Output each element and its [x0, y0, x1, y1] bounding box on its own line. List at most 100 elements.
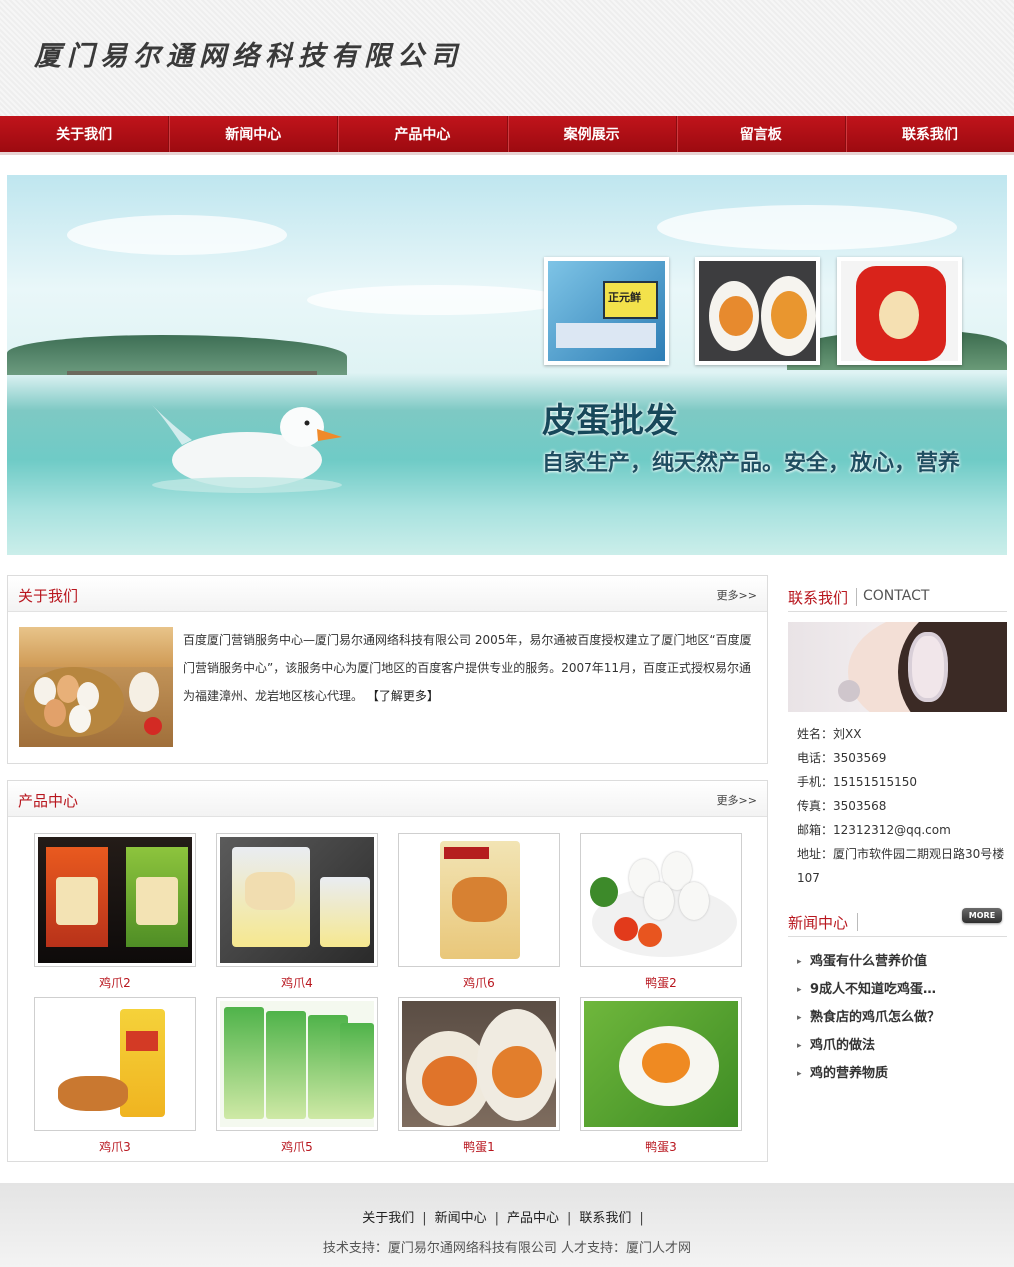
- product-image: [220, 837, 374, 963]
- product-card[interactable]: 鸡爪5: [216, 997, 378, 1155]
- separator: |: [639, 1211, 644, 1226]
- arrow-right-icon: ▸: [797, 985, 802, 995]
- product-name[interactable]: 鸡爪6: [398, 974, 560, 991]
- product-image: [584, 1001, 738, 1127]
- footer-link-products[interactable]: 产品中心: [507, 1211, 559, 1226]
- news-item-label[interactable]: 鸡爪的做法: [810, 1038, 875, 1053]
- title-divider: [857, 913, 858, 931]
- news-more-button[interactable]: MORE: [962, 908, 1002, 923]
- banner-photo-1-label: 正元鲜: [608, 291, 641, 304]
- products-more-link[interactable]: 更多>>: [717, 792, 757, 808]
- cloud: [307, 285, 567, 315]
- product-name[interactable]: 鸭蛋2: [580, 974, 742, 991]
- banner-photo-2: [695, 257, 820, 365]
- cloud: [67, 215, 287, 255]
- about-text: 百度厦门营销服务中心—厦门易尔通网络科技有限公司 2005年，易尔通被百度授权建…: [183, 626, 763, 710]
- product-name[interactable]: 鸡爪3: [34, 1138, 196, 1155]
- product-name[interactable]: 鸡爪4: [216, 974, 378, 991]
- arrow-right-icon: ▸: [797, 1013, 802, 1023]
- nav-item-contact[interactable]: 联系我们: [846, 116, 1014, 152]
- news-list: ▸ 鸡蛋有什么营养价值 ▸ 9成人不知道吃鸡蛋… ▸ 熟食店的鸡爪怎么做？ ▸ 鸡爪的做…: [797, 948, 1007, 1088]
- product-card[interactable]: 鸭蛋2: [580, 833, 742, 991]
- product-name[interactable]: 鸡爪5: [216, 1138, 378, 1155]
- arrow-right-icon: ▸: [797, 957, 802, 967]
- product-card[interactable]: 鸭蛋1: [398, 997, 560, 1155]
- pier: [67, 371, 317, 375]
- cloud: [657, 205, 957, 250]
- news-item[interactable]: ▸ 鸡的营养物质: [797, 1060, 1007, 1088]
- hero-banner: 正元鲜 皮蛋批发 自家生产，纯天然产品。安全，放心，营养: [7, 175, 1007, 555]
- contact-photo-operator: [788, 622, 1007, 712]
- title-divider: [856, 588, 857, 606]
- product-image: [402, 1001, 556, 1127]
- product-card[interactable]: 鸭蛋3: [580, 997, 742, 1155]
- product-image: [402, 837, 556, 963]
- nav-item-products[interactable]: 产品中心: [338, 116, 508, 152]
- separator: |: [422, 1211, 427, 1226]
- news-item[interactable]: ▸ 熟食店的鸡爪怎么做？: [797, 1004, 1007, 1032]
- company-logo-text[interactable]: 厦门易尔通网络科技有限公司: [34, 34, 463, 73]
- footer-links: 关于我们 | 新闻中心 | 产品中心 | 联系我们 |: [0, 1207, 1014, 1226]
- separator: |: [494, 1211, 499, 1226]
- contact-name: 姓名：刘XX: [797, 727, 862, 741]
- product-image-frame[interactable]: [34, 997, 196, 1131]
- duck-illustration: [152, 405, 342, 493]
- contact-phone: 电话：3503569: [797, 751, 887, 765]
- contact-address: 地址：厦门市软件园二期观日路30号楼107: [797, 847, 1005, 885]
- about-learn-more-link[interactable]: 【了解更多】: [367, 689, 439, 703]
- product-card[interactable]: 鸡爪4: [216, 833, 378, 991]
- site-footer: 关于我们 | 新闻中心 | 产品中心 | 联系我们 | 技术支持：厦门易尔通网络科技有限公司 …: [0, 1183, 1014, 1267]
- product-image: [38, 1001, 192, 1127]
- product-image-frame[interactable]: [398, 833, 560, 967]
- news-item-label[interactable]: 9成人不知道吃鸡蛋…: [810, 982, 936, 997]
- product-name[interactable]: 鸭蛋1: [398, 1138, 560, 1155]
- footer-link-about[interactable]: 关于我们: [362, 1211, 414, 1226]
- main-nav: 关于我们 新闻中心 产品中心 案例展示 留言板 联系我们: [0, 116, 1014, 155]
- news-item[interactable]: ▸ 鸡爪的做法: [797, 1032, 1007, 1060]
- news-item-label[interactable]: 熟食店的鸡爪怎么做？: [810, 1010, 940, 1025]
- about-description: 百度厦门营销服务中心—厦门易尔通网络科技有限公司 2005年，易尔通被百度授权建…: [183, 633, 752, 703]
- footer-link-news[interactable]: 新闻中心: [435, 1211, 487, 1226]
- news-item-label[interactable]: 鸡的营养物质: [810, 1066, 888, 1081]
- product-image-frame[interactable]: [580, 997, 742, 1131]
- product-image-frame[interactable]: [216, 997, 378, 1131]
- news-item[interactable]: ▸ 9成人不知道吃鸡蛋…: [797, 976, 1007, 1004]
- products-panel: 产品中心 更多>> 鸡爪2 鸡爪4 鸡爪6 鸭蛋2 鸡爪3 鸡爪5 鸭蛋1 鸭蛋…: [7, 780, 768, 1162]
- product-image-frame[interactable]: [216, 833, 378, 967]
- contact-details: 姓名：刘XX 电话：3503569 手机：15151515150 传真：3503…: [797, 722, 1007, 890]
- banner-photo-1: 正元鲜: [544, 257, 669, 365]
- separator: |: [567, 1211, 572, 1226]
- arrow-right-icon: ▸: [797, 1069, 802, 1079]
- product-image-frame[interactable]: [398, 997, 560, 1131]
- product-card[interactable]: 鸡爪6: [398, 833, 560, 991]
- footer-credit: 技术支持：厦门易尔通网络科技有限公司 人才支持：厦门人才网: [322, 1241, 692, 1256]
- nav-item-guestbook[interactable]: 留言板: [677, 116, 846, 152]
- product-name[interactable]: 鸡爪2: [34, 974, 196, 991]
- footer-link-contact[interactable]: 联系我们: [579, 1211, 631, 1226]
- contact-email: 邮箱：12312312@qq.com: [797, 823, 951, 837]
- products-panel-header: 产品中心 更多>>: [8, 781, 767, 817]
- product-image: [584, 837, 738, 963]
- product-image-frame[interactable]: [34, 833, 196, 967]
- nav-item-news[interactable]: 新闻中心: [169, 116, 339, 152]
- news-title: 新闻中心: [788, 914, 849, 932]
- about-more-link[interactable]: 更多>>: [717, 587, 757, 603]
- news-item[interactable]: ▸ 鸡蛋有什么营养价值: [797, 948, 1007, 976]
- contact-fax: 传真：3503568: [797, 799, 887, 813]
- nav-item-cases[interactable]: 案例展示: [508, 116, 677, 152]
- product-image-frame[interactable]: [580, 833, 742, 967]
- about-panel: 关于我们 更多>> 百度厦门营销服务中心—厦门易尔通网络科技有限公司 2005年…: [7, 575, 768, 764]
- contact-mobile: 手机：15151515150: [797, 775, 917, 789]
- site-header: 厦门易尔通网络科技有限公司: [0, 0, 1014, 116]
- nav-item-about[interactable]: 关于我们: [0, 116, 170, 152]
- contact-header: 联系我们 CONTACT: [788, 578, 1007, 612]
- about-panel-title: 关于我们: [18, 587, 79, 605]
- banner-photo-3: [837, 257, 962, 365]
- product-name[interactable]: 鸭蛋3: [580, 1138, 742, 1155]
- product-card[interactable]: 鸡爪2: [34, 833, 196, 991]
- news-item-label[interactable]: 鸡蛋有什么营养价值: [810, 954, 927, 969]
- product-card[interactable]: 鸡爪3: [34, 997, 196, 1155]
- banner-title: 皮蛋批发: [542, 401, 678, 441]
- contact-title: 联系我们: [788, 589, 849, 607]
- about-image-eggs: [19, 627, 173, 747]
